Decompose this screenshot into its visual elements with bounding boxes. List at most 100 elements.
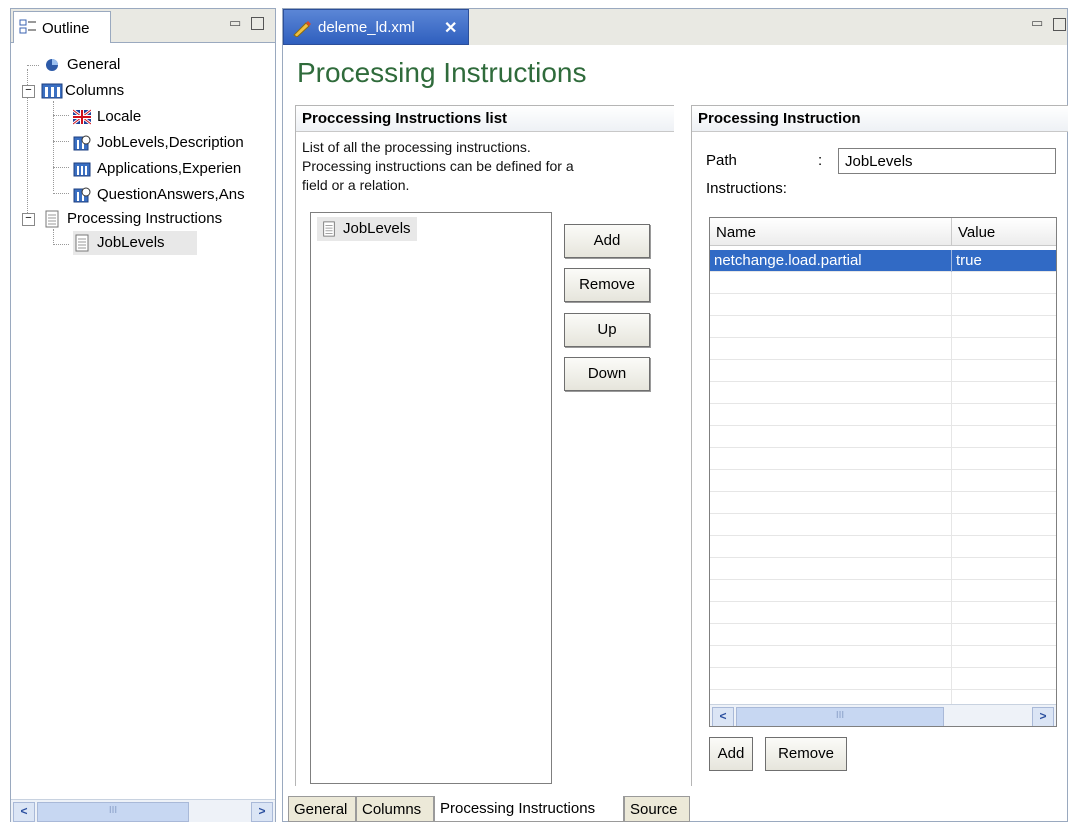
instructions-listbox[interactable]: JobLevels bbox=[310, 212, 552, 784]
maximize-icon[interactable] bbox=[1053, 18, 1066, 31]
empty-table-row bbox=[710, 492, 1056, 514]
general-icon bbox=[46, 59, 58, 71]
instructions-label: Instructions: bbox=[706, 180, 787, 197]
empty-cell bbox=[710, 536, 952, 558]
empty-table-row bbox=[710, 624, 1056, 646]
empty-cell bbox=[710, 294, 952, 316]
empty-cell bbox=[710, 514, 952, 536]
outline-horizontal-scrollbar[interactable]: < III > bbox=[11, 799, 275, 822]
instructions-list-section: Proccessing Instructions list List of al… bbox=[295, 105, 674, 786]
section-title: Processing Instruction bbox=[692, 106, 1068, 132]
path-colon: : bbox=[818, 152, 823, 169]
editor-tabbar: deleme_ld.xml ✕ ▭ bbox=[283, 9, 1067, 45]
empty-cell bbox=[710, 272, 952, 294]
add-button[interactable]: Add bbox=[564, 224, 650, 258]
tree-item-label: Applications,Experien bbox=[97, 160, 242, 177]
list-item-label: JobLevels bbox=[343, 220, 411, 237]
empty-table-row bbox=[710, 426, 1056, 448]
list-item[interactable]: JobLevels bbox=[317, 217, 417, 241]
outline-pane: Outline ▭ − − General Columns Locale Job… bbox=[10, 8, 276, 822]
scroll-right-icon[interactable]: > bbox=[1032, 707, 1054, 726]
tab-source[interactable]: Source bbox=[624, 796, 690, 822]
tree-item-label: JobLevels bbox=[97, 234, 165, 251]
xml-file-icon bbox=[293, 21, 311, 37]
up-button[interactable]: Up bbox=[564, 313, 650, 347]
editor-pane: deleme_ld.xml ✕ ▭ Processing Instruction… bbox=[282, 8, 1068, 822]
empty-cell bbox=[710, 404, 952, 426]
empty-table-row bbox=[710, 382, 1056, 404]
tab-columns[interactable]: Columns bbox=[356, 796, 434, 822]
table-horizontal-scrollbar[interactable]: < III > bbox=[710, 704, 1056, 726]
remove-instruction-button[interactable]: Remove bbox=[765, 737, 847, 771]
column-header-name[interactable]: Name bbox=[710, 218, 952, 246]
tree-item-label: QuestionAnswers,Ans bbox=[97, 186, 245, 203]
tree-item-label: General bbox=[67, 56, 121, 73]
empty-table-row bbox=[710, 558, 1056, 580]
minimize-icon[interactable]: ▭ bbox=[1031, 15, 1043, 31]
editor-file-tab[interactable]: deleme_ld.xml ✕ bbox=[283, 9, 469, 45]
empty-cell bbox=[710, 426, 952, 448]
processing-instruction-icon bbox=[75, 234, 89, 252]
column-header-value[interactable]: Value bbox=[952, 218, 1056, 246]
empty-table-row bbox=[710, 580, 1056, 602]
scroll-left-icon[interactable]: < bbox=[13, 802, 35, 822]
empty-table-row bbox=[710, 448, 1056, 470]
scroll-right-icon[interactable]: > bbox=[251, 802, 273, 822]
close-icon[interactable]: ✕ bbox=[444, 18, 457, 38]
instructions-table[interactable]: Name Value netchange.load.partial true <… bbox=[709, 217, 1057, 727]
empty-table-row bbox=[710, 272, 1056, 294]
empty-table-row bbox=[710, 646, 1056, 668]
empty-cell bbox=[710, 338, 952, 360]
empty-table-row bbox=[710, 602, 1056, 624]
scroll-thumb[interactable]: III bbox=[736, 707, 944, 726]
tree-item-label: JobLevels,Description bbox=[97, 134, 244, 151]
cell-value: true bbox=[956, 252, 982, 269]
outline-tabbar: Outline ▭ bbox=[11, 9, 275, 43]
empty-cell bbox=[710, 646, 952, 668]
column-relation-icon bbox=[73, 187, 91, 203]
empty-cell bbox=[710, 580, 952, 602]
processing-instructions-expander[interactable]: − bbox=[22, 213, 35, 226]
empty-table-row bbox=[710, 294, 1056, 316]
columns-icon bbox=[41, 83, 63, 99]
outline-icon bbox=[19, 19, 36, 34]
tree-item-joblevels[interactable]: JobLevels bbox=[73, 231, 197, 255]
empty-table-row bbox=[710, 470, 1056, 492]
empty-cell bbox=[710, 316, 952, 338]
processing-instruction-icon bbox=[323, 221, 335, 237]
locale-flag-icon bbox=[73, 108, 91, 126]
empty-cell bbox=[710, 624, 952, 646]
tree-item-label: Columns bbox=[65, 82, 125, 99]
processing-instructions-icon bbox=[45, 210, 59, 228]
columns-expander[interactable]: − bbox=[22, 85, 35, 98]
columns-icon bbox=[73, 162, 91, 177]
empty-cell bbox=[710, 448, 952, 470]
scroll-left-icon[interactable]: < bbox=[712, 707, 734, 726]
description-line: List of all the processing instructions. bbox=[302, 139, 531, 155]
remove-button[interactable]: Remove bbox=[564, 268, 650, 302]
empty-table-row bbox=[710, 360, 1056, 382]
empty-cell bbox=[710, 470, 952, 492]
empty-table-row bbox=[710, 514, 1056, 536]
maximize-icon[interactable] bbox=[251, 17, 264, 30]
add-instruction-button[interactable]: Add bbox=[709, 737, 753, 771]
tab-general[interactable]: General bbox=[288, 796, 356, 822]
empty-cell bbox=[710, 382, 952, 404]
tree-item-label: Locale bbox=[97, 108, 142, 125]
path-input[interactable] bbox=[838, 148, 1056, 174]
cell-name: netchange.load.partial bbox=[710, 250, 952, 272]
empty-table-row bbox=[710, 404, 1056, 426]
empty-cell bbox=[710, 492, 952, 514]
outline-tab[interactable]: Outline bbox=[13, 11, 111, 43]
section-description: List of all the processing instructions.… bbox=[302, 138, 574, 195]
scroll-thumb[interactable]: III bbox=[37, 802, 189, 822]
table-row[interactable]: netchange.load.partial true bbox=[710, 250, 1056, 272]
minimize-icon[interactable]: ▭ bbox=[229, 15, 241, 31]
empty-table-row bbox=[710, 338, 1056, 360]
empty-cell bbox=[710, 602, 952, 624]
page-title: Processing Instructions bbox=[297, 57, 587, 88]
description-line: field or a relation. bbox=[302, 177, 410, 193]
down-button[interactable]: Down bbox=[564, 357, 650, 391]
tab-processing-instructions[interactable]: Processing Instructions bbox=[434, 796, 624, 822]
empty-table-row bbox=[710, 668, 1056, 690]
